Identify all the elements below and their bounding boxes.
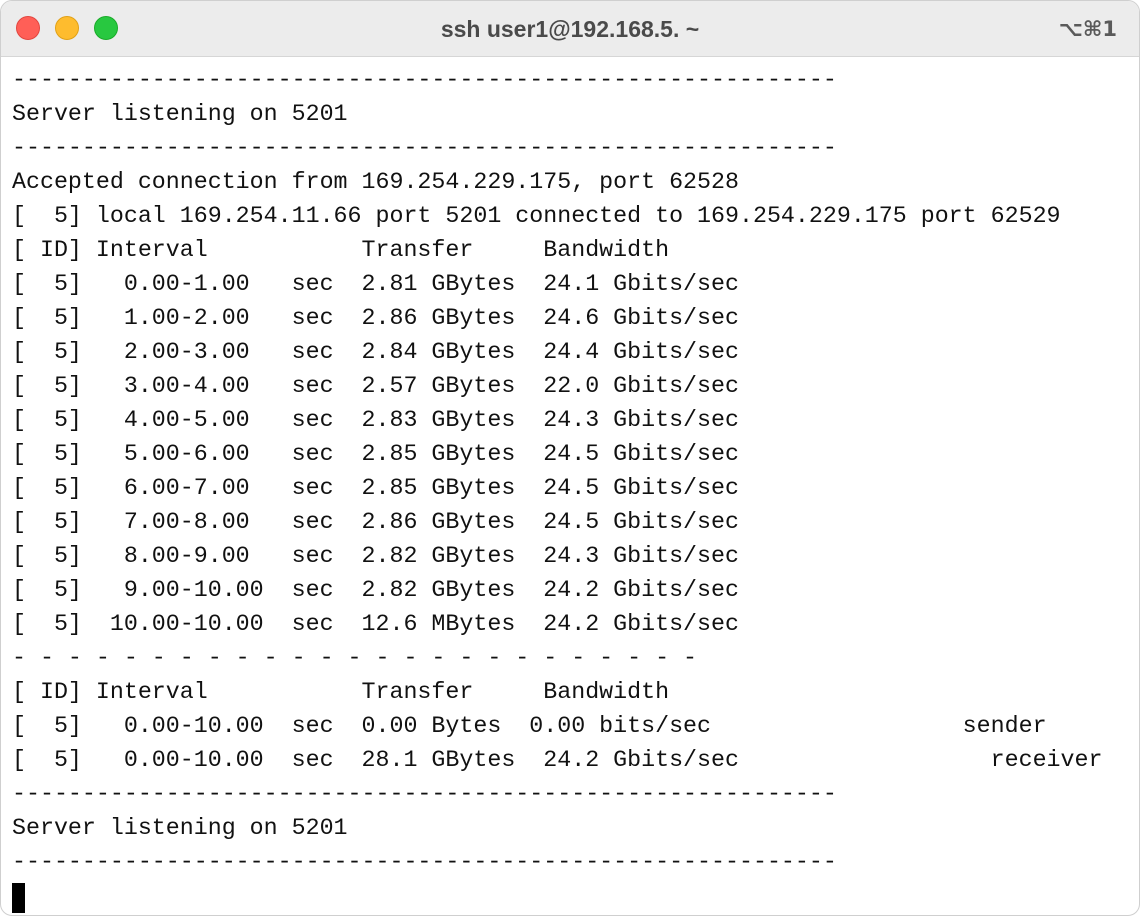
terminal-line: ----------------------------------------… <box>12 135 837 161</box>
terminal-line: ----------------------------------------… <box>12 67 837 93</box>
terminal-line: [ 5] 1.00-2.00 sec 2.86 GBytes 24.6 Gbit… <box>12 305 739 331</box>
terminal-line: [ 5] 10.00-10.00 sec 12.6 MBytes 24.2 Gb… <box>12 611 739 637</box>
terminal-line: [ 5] 9.00-10.00 sec 2.82 GBytes 24.2 Gbi… <box>12 577 739 603</box>
terminal-line: [ 5] 4.00-5.00 sec 2.83 GBytes 24.3 Gbit… <box>12 407 739 433</box>
terminal-line: [ 5] 0.00-1.00 sec 2.81 GBytes 24.1 Gbit… <box>12 271 739 297</box>
terminal-line: [ 5] local 169.254.11.66 port 5201 conne… <box>12 203 1061 229</box>
terminal-line: [ 5] 5.00-6.00 sec 2.85 GBytes 24.5 Gbit… <box>12 441 739 467</box>
terminal-cursor <box>12 883 25 913</box>
terminal-line: [ 5] 7.00-8.00 sec 2.86 GBytes 24.5 Gbit… <box>12 509 739 535</box>
terminal-line: [ 5] 2.00-3.00 sec 2.84 GBytes 24.4 Gbit… <box>12 339 739 365</box>
terminal-output[interactable]: ----------------------------------------… <box>12 63 1129 915</box>
terminal-line: Server listening on 5201 <box>12 101 348 127</box>
window-shortcut-label: ⌥⌘1 <box>1058 17 1117 41</box>
terminal-line: ----------------------------------------… <box>12 849 837 875</box>
terminal-line: Accepted connection from 169.254.229.175… <box>12 169 739 195</box>
terminal-line: [ 5] 6.00-7.00 sec 2.85 GBytes 24.5 Gbit… <box>12 475 739 501</box>
terminal-line: [ 5] 8.00-9.00 sec 2.82 GBytes 24.3 Gbit… <box>12 543 739 569</box>
terminal-window: ssh user1@192.168.5. ~ ⌥⌘1 -------------… <box>0 0 1140 916</box>
prompt-line[interactable] <box>12 879 1129 913</box>
terminal-line: [ 5] 3.00-4.00 sec 2.57 GBytes 22.0 Gbit… <box>12 373 739 399</box>
title-bar[interactable]: ssh user1@192.168.5. ~ ⌥⌘1 <box>1 1 1139 57</box>
terminal-line: [ ID] Interval Transfer Bandwidth <box>12 237 670 263</box>
terminal-line: ----------------------------------------… <box>12 781 837 807</box>
window-title: ssh user1@192.168.5. ~ <box>440 16 700 42</box>
terminal-line: [ 5] 0.00-10.00 sec 28.1 GBytes 24.2 Gbi… <box>12 747 1103 773</box>
terminal-line: - - - - - - - - - - - - - - - - - - - - … <box>12 645 698 671</box>
terminal-line: [ 5] 0.00-10.00 sec 0.00 Bytes 0.00 bits… <box>12 713 1047 739</box>
terminal-line: Server listening on 5201 <box>12 815 348 841</box>
terminal-line: [ ID] Interval Transfer Bandwidth <box>12 679 670 705</box>
